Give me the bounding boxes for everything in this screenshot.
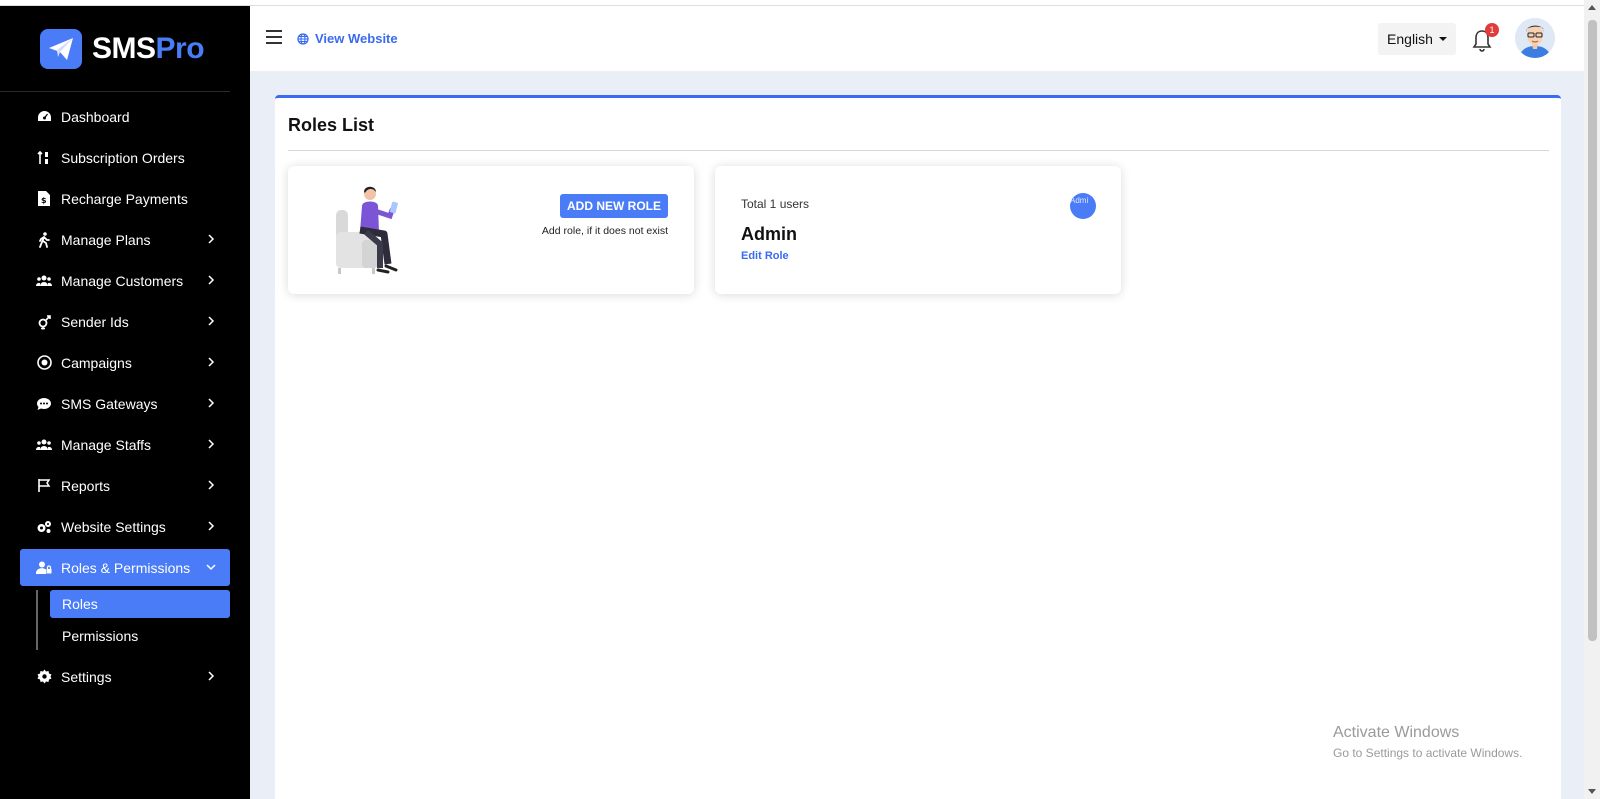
roles-permissions-submenu: Roles Permissions bbox=[36, 590, 230, 650]
add-role-card: ADD NEW ROLE Add role, if it does not ex… bbox=[288, 166, 694, 294]
chevron-right-icon bbox=[204, 314, 218, 328]
role-name: Admin bbox=[741, 224, 797, 244]
sidebar-item-manage-plans[interactable]: Manage Plans bbox=[20, 221, 230, 258]
gears-icon bbox=[36, 519, 52, 535]
brand[interactable]: SMSPro bbox=[0, 6, 230, 92]
person-on-chair-illustration bbox=[334, 184, 414, 276]
sidebar-item-label: Manage Staffs bbox=[61, 436, 152, 453]
walking-person-icon bbox=[36, 231, 52, 248]
sidebar-item-campaigns[interactable]: Campaigns bbox=[20, 344, 230, 381]
sidebar-item-website-settings[interactable]: Website Settings bbox=[20, 508, 230, 545]
language-dropdown[interactable]: English bbox=[1378, 23, 1456, 55]
users-icon bbox=[36, 273, 52, 289]
sidebar-subitem-permissions[interactable]: Permissions bbox=[50, 622, 230, 650]
sort-arrows-icon bbox=[36, 150, 52, 166]
roles-list-panel: Roles List ADD NEW ROLE Add role, if it … bbox=[275, 95, 1561, 799]
sidebar-item-label: Manage Plans bbox=[61, 231, 151, 248]
sidebar-item-label: Reports bbox=[61, 477, 111, 494]
chevron-right-icon bbox=[204, 273, 218, 287]
hamburger-menu-icon[interactable] bbox=[266, 30, 282, 44]
vertical-scrollbar[interactable] bbox=[1584, 0, 1600, 799]
view-website-label: View Website bbox=[315, 31, 398, 46]
sidebar-item-recharge-payments[interactable]: $ Recharge Payments bbox=[20, 180, 230, 217]
add-new-role-button[interactable]: ADD NEW ROLE bbox=[560, 194, 668, 218]
sidebar-item-sms-gateways[interactable]: SMS Gateways bbox=[20, 385, 230, 422]
language-label: English bbox=[1387, 31, 1433, 47]
flag-icon bbox=[36, 478, 52, 494]
sidebar-item-dashboard[interactable]: Dashboard bbox=[20, 98, 230, 135]
sidebar-item-label: Settings bbox=[61, 668, 112, 685]
view-website-link[interactable]: View Website bbox=[297, 31, 398, 46]
page-title: Roles List bbox=[288, 115, 375, 135]
sidebar: SMSPro Dashboard Subscription Orders $ R… bbox=[0, 6, 250, 799]
sidebar-item-label: Manage Customers bbox=[61, 272, 184, 289]
add-role-hint: Add role, if it does not exist bbox=[541, 225, 668, 237]
sidebar-item-label: Website Settings bbox=[61, 518, 166, 535]
chevron-right-icon bbox=[204, 396, 218, 410]
scroll-thumb[interactable] bbox=[1588, 20, 1597, 641]
chevron-right-icon bbox=[204, 519, 218, 533]
top-header: View Website English 1 bbox=[250, 6, 1584, 71]
user-lock-icon bbox=[36, 560, 52, 576]
edit-role-link[interactable]: Edit Role bbox=[741, 250, 789, 262]
chevron-right-icon bbox=[204, 232, 218, 246]
staff-group-icon bbox=[36, 437, 52, 453]
sidebar-item-label: Sender Ids bbox=[61, 313, 129, 330]
chevron-right-icon bbox=[204, 478, 218, 492]
chevron-right-icon bbox=[204, 437, 218, 451]
brand-name: SMSPro bbox=[92, 31, 205, 65]
role-user-avatar: Admi bbox=[1070, 193, 1096, 219]
sidebar-menu: Dashboard Subscription Orders $ Recharge… bbox=[0, 98, 250, 695]
watermark-title: Activate Windows bbox=[1333, 724, 1460, 741]
chevron-right-icon bbox=[204, 669, 218, 683]
chevron-down-icon bbox=[204, 560, 218, 574]
sidebar-item-label: Roles & Permissions bbox=[61, 559, 191, 576]
title-divider bbox=[288, 150, 1549, 151]
sidebar-item-manage-staffs[interactable]: Manage Staffs bbox=[20, 426, 230, 463]
role-card-admin: Total 1 users Admi Admin Edit Role bbox=[715, 166, 1121, 294]
sidebar-item-settings[interactable]: Settings bbox=[20, 658, 230, 695]
bullseye-icon bbox=[36, 355, 52, 371]
chevron-right-icon bbox=[204, 355, 218, 369]
gear-icon bbox=[36, 669, 52, 685]
sidebar-item-label: SMS Gateways bbox=[61, 395, 158, 412]
globe-icon bbox=[297, 32, 309, 45]
sidebar-item-label: Dashboard bbox=[61, 108, 130, 125]
gender-symbol-icon bbox=[36, 314, 52, 330]
paper-plane-logo-icon bbox=[40, 28, 82, 69]
svg-text:$: $ bbox=[41, 196, 47, 205]
sidebar-item-subscription-orders[interactable]: Subscription Orders bbox=[20, 139, 230, 176]
sidebar-item-label: Subscription Orders bbox=[61, 149, 185, 166]
sidebar-item-reports[interactable]: Reports bbox=[20, 467, 230, 504]
sms-bubble-icon bbox=[36, 396, 52, 412]
user-avatar[interactable] bbox=[1515, 18, 1555, 58]
notification-count-badge: 1 bbox=[1485, 23, 1499, 37]
activate-windows-watermark: Activate Windows Go to Settings to activ… bbox=[1333, 724, 1522, 760]
role-total-users: Total 1 users bbox=[741, 197, 810, 211]
sidebar-item-manage-customers[interactable]: Manage Customers bbox=[20, 262, 230, 299]
scroll-up-arrow-icon[interactable] bbox=[1588, 5, 1596, 10]
scroll-down-arrow-icon[interactable] bbox=[1588, 789, 1596, 794]
caret-down-icon bbox=[1438, 37, 1447, 41]
sidebar-item-label: Recharge Payments bbox=[61, 190, 188, 207]
dashboard-gauge-icon bbox=[36, 109, 52, 125]
sidebar-item-label: Campaigns bbox=[61, 354, 132, 371]
sidebar-item-sender-ids[interactable]: Sender Ids bbox=[20, 303, 230, 340]
sidebar-subitem-roles[interactable]: Roles bbox=[50, 590, 230, 618]
invoice-dollar-icon: $ bbox=[36, 191, 52, 207]
sidebar-item-roles-permissions[interactable]: Roles & Permissions bbox=[20, 549, 230, 586]
watermark-subtitle: Go to Settings to activate Windows. bbox=[1333, 746, 1523, 760]
